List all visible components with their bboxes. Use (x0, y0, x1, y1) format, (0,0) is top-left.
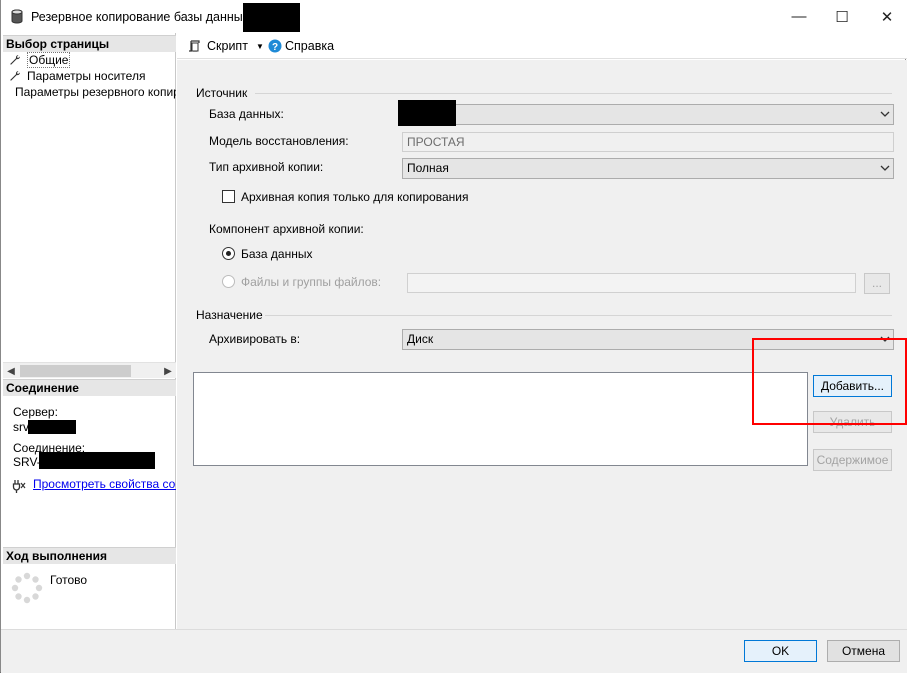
cancel-button[interactable]: Отмена (827, 640, 900, 662)
destination-group-divider (265, 315, 892, 316)
scrollbar-thumb[interactable] (20, 365, 131, 377)
ok-button[interactable]: OK (744, 640, 817, 662)
redacted-database (398, 100, 456, 126)
recovery-model-field: ПРОСТАЯ (402, 132, 894, 152)
wrench-icon (10, 70, 21, 81)
backup-destinations-list[interactable] (193, 372, 808, 466)
connection-properties-icon (12, 480, 26, 493)
backup-to-value: Диск (407, 332, 434, 346)
backup-database-dialog: Резервное копирование базы данных - — ☐ … (0, 0, 907, 673)
backup-type-label: Тип архивной копии: (209, 160, 324, 174)
component-files-radio[interactable] (222, 275, 235, 288)
view-connection-properties-link[interactable]: Просмотреть свойства соед (33, 477, 176, 491)
database-select[interactable] (402, 104, 894, 125)
files-filegroups-field[interactable] (407, 273, 856, 293)
source-group-divider (255, 93, 892, 94)
svg-text:?: ? (272, 42, 278, 53)
help-icon: ? (268, 39, 282, 53)
connection-header: Соединение (3, 379, 176, 396)
component-database-label: База данных (241, 247, 313, 261)
backup-type-value: Полная (407, 161, 449, 175)
redacted-server (28, 420, 76, 434)
copy-only-label: Архивная копия только для копирования (241, 190, 469, 204)
script-label: Скрипт (207, 39, 248, 53)
sidebar-item-label: Параметры резервного копир (15, 85, 176, 99)
backup-to-label: Архивировать в: (209, 332, 301, 346)
scroll-left-icon[interactable]: ◀ (3, 363, 19, 379)
copy-only-checkbox[interactable] (222, 190, 235, 203)
contents-button[interactable]: Содержимое (813, 449, 892, 471)
source-group-title: Источник (196, 86, 248, 100)
highlight-annotation (752, 338, 907, 425)
select-page-header: Выбор страницы (3, 35, 176, 52)
progress-status: Готово (50, 573, 88, 587)
script-button[interactable]: Скрипт ▼ (188, 37, 264, 55)
backup-type-select[interactable]: Полная (402, 158, 894, 179)
redacted-connection (39, 452, 155, 469)
minimize-icon: — (791, 8, 807, 25)
sidebar-item-label: Общие (27, 52, 71, 68)
script-icon (189, 40, 200, 52)
close-button[interactable]: ✕ (864, 0, 908, 33)
left-panel: Выбор страницы Общие Параметры носителя … (3, 33, 176, 629)
maximize-button[interactable]: ☐ (819, 0, 865, 33)
redacted-db-name (243, 3, 300, 32)
backup-component-label: Компонент архивной копии: (209, 222, 364, 236)
chevron-down-icon (880, 165, 890, 171)
close-icon: ✕ (880, 8, 894, 26)
scroll-right-icon[interactable]: ▶ (160, 363, 176, 379)
sidebar-horizontal-scrollbar[interactable]: ◀ ▶ (3, 362, 176, 378)
sidebar-item-media-options[interactable]: Параметры носителя (9, 68, 145, 84)
chevron-down-icon (880, 111, 890, 117)
sidebar-item-label: Параметры носителя (27, 69, 146, 83)
wrench-icon (10, 54, 21, 65)
database-icon (11, 9, 23, 24)
progress-header: Ход выполнения (3, 547, 176, 564)
recovery-model-label: Модель восстановления: (209, 134, 349, 148)
help-button[interactable]: ? Справка (268, 37, 334, 55)
window-title: Резервное копирование базы данных - (31, 10, 257, 24)
title-bar: Резервное копирование базы данных - — ☐ … (1, 0, 907, 33)
destination-group-title: Назначение (196, 308, 263, 322)
maximize-icon: ☐ (835, 8, 849, 26)
dialog-footer: OK Отмена (1, 629, 907, 673)
chevron-down-icon[interactable]: ▼ (256, 42, 264, 51)
toolbar: Скрипт ▼ ? Справка (177, 33, 907, 59)
minimize-button[interactable]: — (776, 0, 822, 33)
connection-value: SRV- (13, 455, 41, 469)
progress-spinner-icon (11, 572, 43, 604)
server-label: Сервер: (13, 405, 58, 419)
browse-files-button[interactable]: ... (864, 273, 890, 294)
sidebar-item-backup-options[interactable]: Параметры резервного копир (9, 84, 176, 100)
database-label: База данных: (209, 107, 284, 121)
sidebar-item-general[interactable]: Общие (9, 52, 71, 68)
help-label: Справка (285, 39, 335, 53)
component-database-radio[interactable] (222, 247, 235, 260)
component-files-label: Файлы и группы файлов: (241, 275, 382, 289)
